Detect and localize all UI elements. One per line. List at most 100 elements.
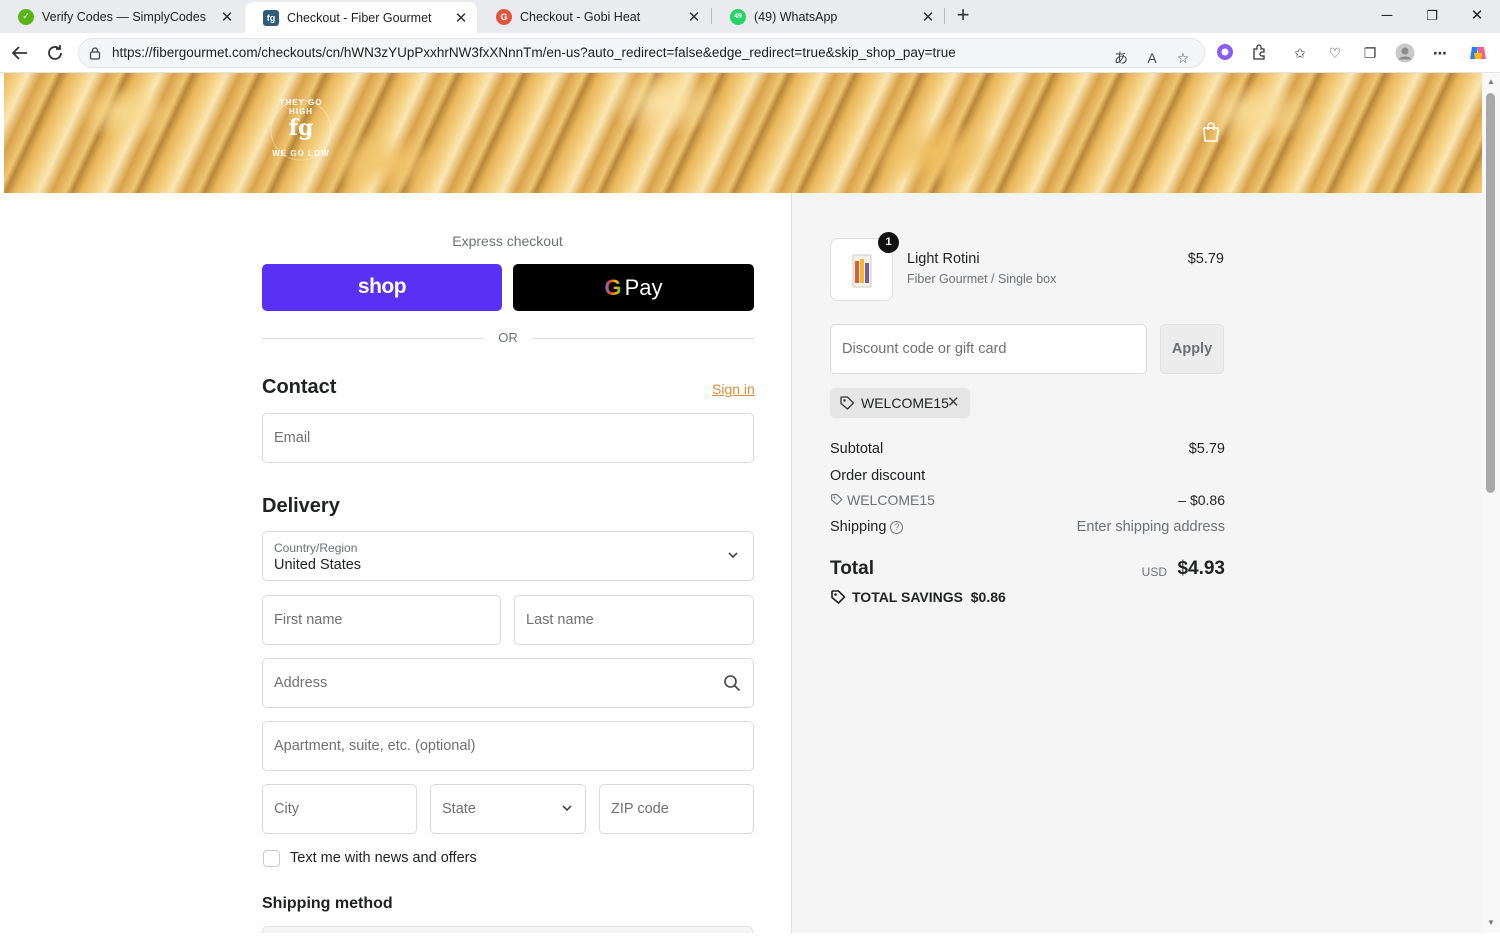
order-discount-detail: WELCOME15 – $0.86 — [830, 492, 1225, 508]
state-placeholder: State — [442, 801, 476, 817]
remove-discount-icon[interactable]: ✕ — [947, 393, 960, 411]
total-label: Total — [830, 558, 874, 579]
shop-pay-button[interactable]: shop — [262, 264, 502, 311]
express-checkout-label: Express checkout — [452, 233, 563, 249]
divider — [532, 338, 754, 339]
email-placeholder: Email — [274, 430, 311, 446]
subtotal-label: Subtotal — [830, 441, 884, 457]
order-discount-value: – $0.86 — [1178, 492, 1225, 508]
address-bar[interactable]: https://fibergourmet.com/checkouts/cn/hW… — [78, 38, 1205, 68]
tab-simplycodes[interactable]: ✓ Verify Codes — SimplyCodes ✕ — [0, 4, 243, 29]
read-aloud-icon[interactable]: A — [1142, 48, 1162, 68]
email-field[interactable]: Email — [262, 413, 754, 463]
page-scrollbar[interactable]: ▲ ▼ — [1482, 73, 1500, 933]
browser-toolbar: https://fibergourmet.com/checkouts/cn/hW… — [0, 33, 1500, 73]
minimize-button[interactable]: ─ — [1364, 4, 1410, 28]
fiber-gourmet-favicon-icon: fg — [263, 9, 279, 26]
browser-essentials-icon[interactable]: ♡ — [1325, 43, 1345, 63]
savings-value: $0.86 — [970, 589, 1006, 605]
tab-close-icon[interactable]: ✕ — [686, 8, 702, 26]
favorite-star-icon[interactable]: ☆ — [1173, 48, 1193, 68]
restore-button[interactable]: ❐ — [1409, 4, 1455, 28]
text-offers-checkbox[interactable] — [263, 850, 280, 867]
applied-discount-chip: WELCOME15 ✕ — [830, 388, 970, 418]
total-savings: TOTAL SAVINGS $0.86 — [830, 589, 1006, 605]
divider — [262, 338, 484, 339]
tab-close-icon[interactable]: ✕ — [920, 8, 936, 26]
tab-title: Checkout - Fiber Gourmet — [287, 10, 432, 25]
shipping-value: Enter shipping address — [1076, 519, 1225, 535]
back-arrow-icon — [11, 46, 27, 60]
site-info-icon[interactable] — [88, 46, 102, 60]
shipping-row: Shipping? Enter shipping address — [830, 519, 1225, 535]
scroll-down-icon[interactable]: ▼ — [1485, 918, 1497, 927]
copilot-sidebar-icon[interactable] — [1215, 43, 1235, 63]
state-select[interactable]: State — [430, 784, 586, 834]
google-pay-button[interactable]: G Pay — [513, 264, 754, 311]
city-field[interactable]: City — [262, 784, 417, 834]
tab-separator — [944, 8, 945, 24]
copilot-icon[interactable] — [1468, 43, 1488, 63]
store-logo[interactable]: THEY GO HIGH fg WE GO LOW — [266, 95, 336, 165]
quantity-badge: 1 — [878, 232, 899, 253]
url-text[interactable]: https://fibergourmet.com/checkouts/cn/hW… — [112, 45, 956, 60]
tab-close-icon[interactable]: ✕ — [453, 9, 469, 27]
apartment-placeholder: Apartment, suite, etc. (optional) — [274, 738, 476, 754]
tag-icon — [831, 494, 843, 506]
tab-close-icon[interactable]: ✕ — [219, 8, 235, 26]
profile-avatar[interactable] — [1395, 43, 1415, 63]
subtotal-row: Subtotal $5.79 — [830, 441, 1225, 457]
tab-whatsapp[interactable]: 49 (49) WhatsApp ✕ — [712, 4, 944, 29]
back-button[interactable] — [8, 41, 32, 65]
shipping-method-heading: Shipping method — [262, 895, 393, 912]
more-menu-icon[interactable]: ⋯ — [1430, 43, 1450, 63]
product-name: Light Rotini — [907, 251, 980, 267]
new-tab-button[interactable]: + — [950, 2, 976, 30]
subtotal-value: $5.79 — [1188, 441, 1225, 457]
whatsapp-favicon-icon: 49 — [730, 8, 746, 25]
order-discount-row: Order discount — [830, 468, 1225, 484]
tab-title: Checkout - Gobi Heat — [520, 9, 641, 24]
chevron-down-icon — [728, 552, 738, 559]
discount-code-input[interactable]: Discount code or gift card — [830, 324, 1147, 374]
gobi-heat-favicon-icon: G — [496, 8, 512, 25]
city-placeholder: City — [274, 801, 299, 817]
last-name-field[interactable]: Last name — [514, 595, 754, 645]
tag-icon — [831, 590, 846, 605]
translate-icon[interactable]: あ — [1111, 48, 1131, 68]
tab-title: (49) WhatsApp — [754, 9, 838, 24]
collections-icon[interactable]: ❐ — [1360, 43, 1380, 63]
help-icon[interactable]: ? — [890, 521, 904, 534]
header-banner: THEY GO HIGH fg WE GO LOW — [4, 73, 1482, 193]
apply-discount-button[interactable]: Apply — [1160, 324, 1224, 374]
chevron-down-icon — [562, 805, 572, 812]
country-value: United States — [274, 557, 362, 573]
order-summary: 1 Light Rotini Fiber Gourmet / Single bo… — [791, 193, 1482, 933]
search-icon — [724, 675, 741, 692]
extensions-icon[interactable] — [1250, 43, 1270, 63]
tab-fiber-gourmet[interactable]: fg Checkout - Fiber Gourmet ✕ — [245, 2, 477, 33]
text-offers-label[interactable]: Text me with news and offers — [290, 850, 477, 866]
sign-in-link[interactable]: Sign in — [712, 381, 755, 397]
first-name-field[interactable]: First name — [262, 595, 501, 645]
applied-code: WELCOME15 — [861, 395, 949, 411]
tab-gobi-heat[interactable]: G Checkout - Gobi Heat ✕ — [478, 4, 710, 29]
shopping-bag-icon[interactable] — [1201, 121, 1221, 143]
first-name-placeholder: First name — [274, 612, 343, 628]
scrollbar-thumb[interactable] — [1486, 93, 1495, 493]
close-window-button[interactable]: ✕ — [1454, 4, 1500, 28]
zip-field[interactable]: ZIP code — [599, 784, 754, 834]
zip-placeholder: ZIP code — [611, 801, 669, 817]
delivery-heading: Delivery — [262, 495, 340, 517]
scroll-up-icon[interactable]: ▲ — [1485, 77, 1497, 86]
country-select[interactable]: Country/Region United States — [262, 531, 754, 581]
checkout-form: Express checkout shop G Pay OR Contact Si… — [4, 193, 791, 933]
google-g-icon: G — [604, 275, 622, 300]
discount-placeholder: Discount code or gift card — [842, 341, 1007, 357]
address-field[interactable]: Address — [262, 658, 754, 708]
apartment-field[interactable]: Apartment, suite, etc. (optional) — [262, 721, 754, 771]
tab-title: Verify Codes — SimplyCodes — [42, 9, 206, 24]
refresh-button[interactable] — [43, 41, 67, 65]
browser-tab-bar: ✓ Verify Codes — SimplyCodes ✕ fg Checko… — [0, 0, 1500, 33]
favorites-icon[interactable]: ✩ — [1290, 43, 1310, 63]
